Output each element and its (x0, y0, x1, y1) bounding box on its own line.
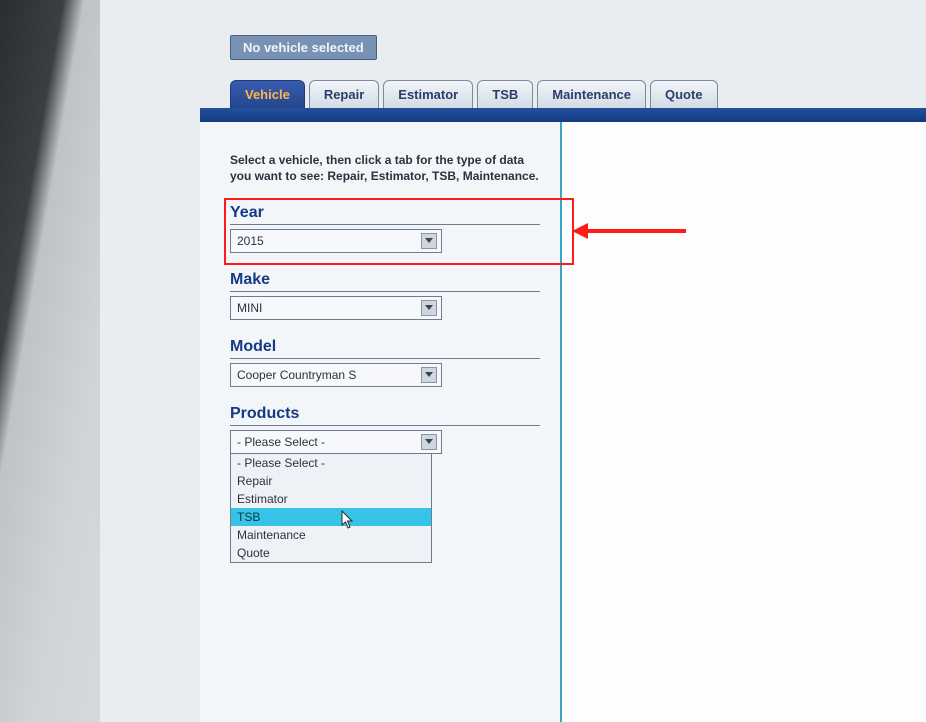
tab-repair[interactable]: Repair (309, 80, 379, 108)
year-dropdown[interactable]: 2015 (230, 229, 442, 253)
products-option[interactable]: Repair (231, 472, 431, 490)
products-dropdown[interactable]: - Please Select - (230, 430, 442, 454)
tab-vehicle[interactable]: Vehicle (230, 80, 305, 108)
products-option[interactable]: - Please Select - (231, 454, 431, 472)
products-value: - Please Select - (237, 435, 325, 449)
model-dropdown[interactable]: Cooper Countryman S (230, 363, 442, 387)
products-option[interactable]: TSB (231, 508, 431, 526)
vehicle-status-text: No vehicle selected (243, 40, 364, 55)
tab-label: Repair (324, 87, 364, 102)
make-dropdown[interactable]: MINI (230, 296, 442, 320)
tab-label: TSB (492, 87, 518, 102)
year-field-block: Year 2015 (230, 204, 540, 253)
model-value: Cooper Countryman S (237, 368, 356, 382)
tab-estimator[interactable]: Estimator (383, 80, 473, 108)
tab-maintenance[interactable]: Maintenance (537, 80, 646, 108)
app-window: No vehicle selected Vehicle Repair Estim… (100, 0, 926, 722)
products-option[interactable]: Quote (231, 544, 431, 562)
make-value: MINI (237, 301, 262, 315)
tab-label: Maintenance (552, 87, 631, 102)
chevron-down-icon (421, 434, 437, 450)
screen-frame: No vehicle selected Vehicle Repair Estim… (0, 0, 926, 722)
products-option[interactable]: Maintenance (231, 526, 431, 544)
tab-label: Estimator (398, 87, 458, 102)
products-label: Products (230, 405, 540, 426)
vehicle-selection-pane: Select a vehicle, then click a tab for t… (200, 122, 562, 722)
vehicle-status-bar: No vehicle selected (230, 35, 377, 60)
chevron-down-icon (421, 300, 437, 316)
make-label: Make (230, 271, 540, 292)
model-field-block: Model Cooper Countryman S (230, 338, 540, 387)
instructions-text: Select a vehicle, then click a tab for t… (230, 152, 540, 184)
products-option[interactable]: Estimator (231, 490, 431, 508)
tab-quote[interactable]: Quote (650, 80, 718, 108)
year-value: 2015 (237, 234, 264, 248)
chevron-down-icon (421, 367, 437, 383)
make-field-block: Make MINI (230, 271, 540, 320)
tab-tsb[interactable]: TSB (477, 80, 533, 108)
content-detail-pane (562, 122, 926, 722)
products-listbox[interactable]: - Please Select -RepairEstimatorTSBMaint… (230, 453, 432, 563)
tab-underline-bar (200, 108, 926, 122)
main-tab-row: Vehicle Repair Estimator TSB Maintenance… (230, 80, 718, 108)
model-label: Model (230, 338, 540, 359)
tab-label: Vehicle (245, 87, 290, 102)
products-field-block: Products - Please Select - - Please Sele… (230, 405, 540, 563)
tab-label: Quote (665, 87, 703, 102)
year-label: Year (230, 204, 540, 225)
content-area: Select a vehicle, then click a tab for t… (200, 122, 926, 722)
chevron-down-icon (421, 233, 437, 249)
